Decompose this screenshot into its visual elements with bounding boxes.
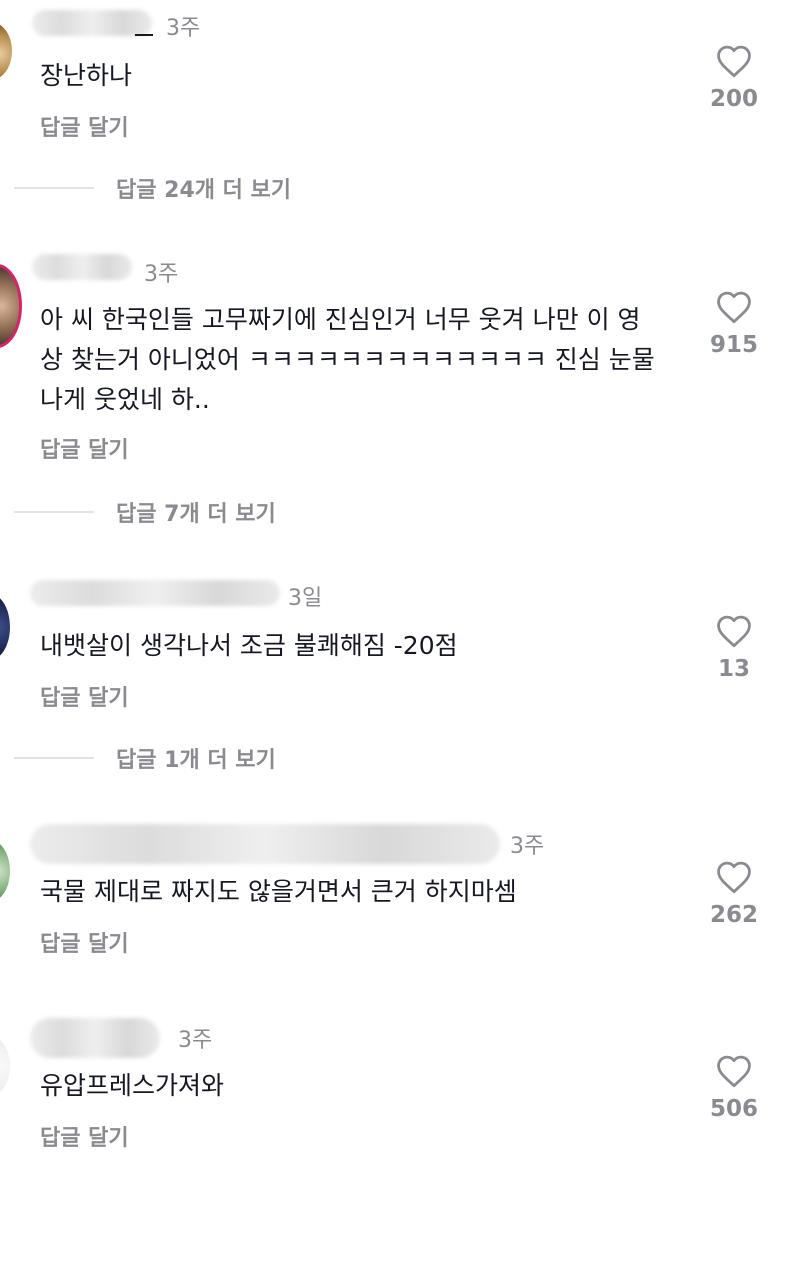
like-button[interactable]: 506 xyxy=(700,1054,768,1122)
view-more-replies[interactable]: 답글 7개 더 보기 xyxy=(0,492,800,532)
comment-time: 3주 xyxy=(178,1028,213,1053)
avatar[interactable] xyxy=(0,840,10,902)
reply-button[interactable]: 답글 달기 xyxy=(40,1120,129,1152)
view-more-replies-label[interactable]: 답글 24개 더 보기 xyxy=(116,172,291,204)
heart-outline-icon[interactable] xyxy=(715,44,753,78)
username-blurred[interactable] xyxy=(30,580,280,606)
view-more-replies[interactable]: 답글 1개 더 보기 xyxy=(0,738,800,778)
view-more-replies-label[interactable]: 답글 1개 더 보기 xyxy=(116,742,276,774)
like-count: 506 xyxy=(709,1096,758,1122)
like-count: 13 xyxy=(717,656,750,682)
comment-item: 3주 아 씨 한국인들 고무짜기에 진심인거 너무 웃겨 나만 이 영상 찾는거… xyxy=(0,250,800,490)
heart-outline-icon[interactable] xyxy=(715,1054,753,1088)
avatar[interactable] xyxy=(0,264,22,348)
like-button[interactable]: 262 xyxy=(700,860,768,928)
username-blurred[interactable] xyxy=(32,10,152,36)
comment-text: 내뱃살이 생각나서 조금 불쾌해짐 -20점 xyxy=(40,631,458,660)
avatar[interactable] xyxy=(0,594,10,660)
heart-outline-icon[interactable] xyxy=(715,290,753,324)
divider-line xyxy=(14,511,94,513)
divider-line xyxy=(14,757,94,759)
heart-outline-icon[interactable] xyxy=(715,614,753,648)
reply-button[interactable]: 답글 달기 xyxy=(40,432,129,464)
like-count: 262 xyxy=(709,902,758,928)
comment-item: 3주 국물 제대로 짜지도 않을거면서 큰거 하지마셈 답글 달기 262 xyxy=(0,818,800,978)
comment-time: 3주 xyxy=(166,16,201,41)
like-count: 200 xyxy=(709,86,758,112)
like-button[interactable]: 200 xyxy=(700,44,768,112)
reply-button[interactable]: 답글 달기 xyxy=(40,926,129,958)
comment-text: 장난하나 xyxy=(40,61,133,90)
reply-button[interactable]: 답글 달기 xyxy=(40,680,129,712)
comment-text: 유압프레스가져와 xyxy=(40,1071,225,1100)
comment-time: 3주 xyxy=(510,834,545,859)
view-more-replies-label[interactable]: 답글 7개 더 보기 xyxy=(116,496,276,528)
comment-item: 3일 내뱃살이 생각나서 조금 불쾌해짐 -20점 답글 달기 13 xyxy=(0,574,800,734)
like-button[interactable]: 13 xyxy=(700,614,768,682)
like-count: 915 xyxy=(709,332,758,358)
avatar[interactable] xyxy=(0,1036,10,1096)
comment-item: 3주 장난하나 답글 달기 200 xyxy=(0,0,800,170)
reply-button[interactable]: 답글 달기 xyxy=(40,110,129,142)
comment-text: 아 씨 한국인들 고무짜기에 진심인거 너무 웃겨 나만 이 영상 찾는거 아니… xyxy=(40,305,655,414)
username-blurred[interactable] xyxy=(30,824,500,864)
comment-text: 국물 제대로 짜지도 않을거면서 큰거 하지마셈 xyxy=(40,877,517,906)
username-blurred[interactable] xyxy=(32,254,132,280)
comment-time: 3일 xyxy=(288,586,323,611)
username-fragment xyxy=(135,34,153,36)
username-blurred[interactable] xyxy=(30,1018,160,1058)
comment-item: 3주 유압프레스가져와 답글 달기 506 xyxy=(0,1012,800,1172)
divider-line xyxy=(14,187,94,189)
view-more-replies[interactable]: 답글 24개 더 보기 xyxy=(0,168,800,208)
comment-time: 3주 xyxy=(144,262,179,287)
heart-outline-icon[interactable] xyxy=(715,860,753,894)
like-button[interactable]: 915 xyxy=(700,290,768,358)
avatar[interactable] xyxy=(0,22,12,80)
